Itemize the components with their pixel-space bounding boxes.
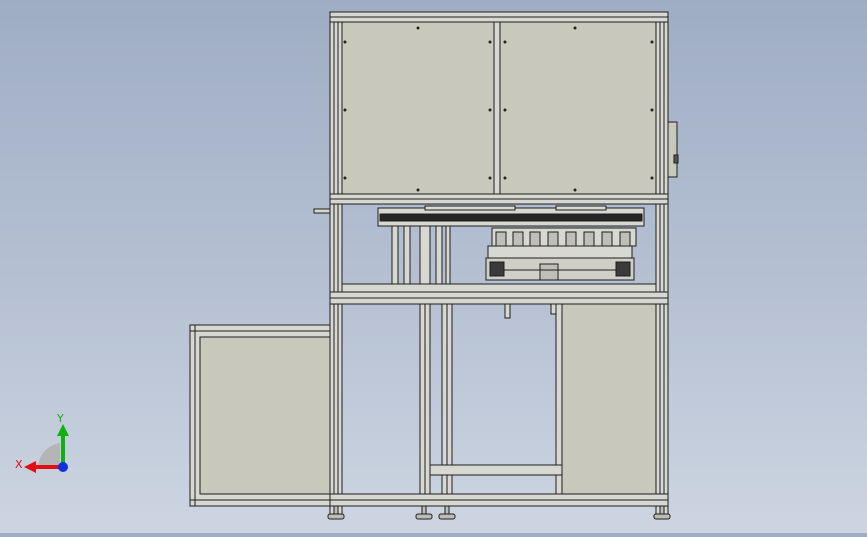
lower-cabinet xyxy=(329,303,669,507)
left-pin xyxy=(313,208,331,214)
leveling-feet xyxy=(327,505,671,520)
left-door-panel xyxy=(341,21,495,195)
lower-crossbar xyxy=(429,464,563,476)
x-axis-label: X xyxy=(15,458,23,471)
lower-right-panel xyxy=(561,303,657,495)
left-column xyxy=(329,11,343,518)
machine-model-drawing xyxy=(189,11,679,520)
door-mullion xyxy=(493,21,501,195)
right-door-panel xyxy=(499,21,657,195)
fixture-plate xyxy=(485,257,635,281)
working-area xyxy=(313,205,669,319)
z-axis-dot-icon xyxy=(58,462,68,472)
right-column xyxy=(655,11,669,518)
side-cabinet-panel xyxy=(199,336,331,495)
y-axis-label: Y xyxy=(56,412,64,425)
post-2 xyxy=(403,225,411,285)
coordinate-triad[interactable]: Y X xyxy=(10,410,80,485)
side-box xyxy=(667,121,678,178)
triad-plane-icon xyxy=(38,443,60,465)
post-3 xyxy=(419,225,431,285)
work-rail xyxy=(341,283,657,293)
side-cabinet xyxy=(189,324,331,507)
post-5 xyxy=(445,225,451,285)
cad-viewport[interactable]: Y X xyxy=(0,0,867,533)
post-4 xyxy=(435,225,443,285)
post-1 xyxy=(391,225,399,285)
